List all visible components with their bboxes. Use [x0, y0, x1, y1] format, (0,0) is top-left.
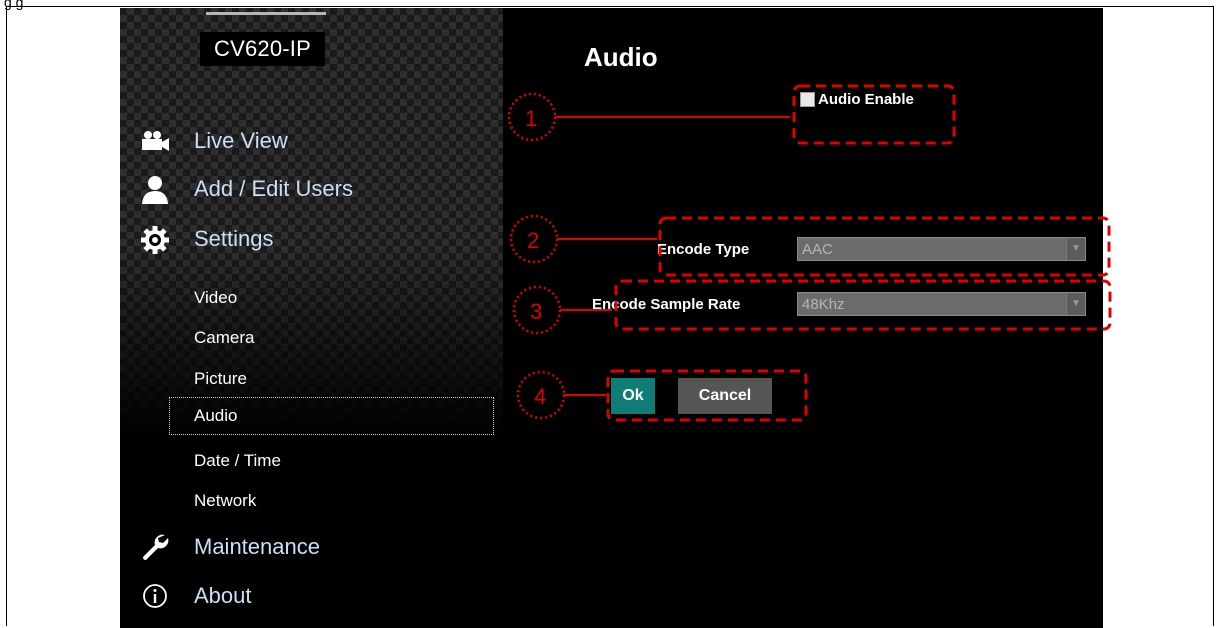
- sidebar-item-label: Add / Edit Users: [194, 176, 353, 201]
- sidebar-subitem-network[interactable]: Network: [194, 491, 256, 511]
- sidebar-item-users[interactable]: Add / Edit Users: [120, 172, 503, 206]
- sidebar-item-about[interactable]: About: [120, 579, 503, 613]
- video-camera-icon: [142, 131, 169, 151]
- ok-button[interactable]: Ok: [611, 378, 655, 414]
- top-caption: g g: [4, 0, 24, 10]
- sidebar-item-label: Maintenance: [194, 534, 320, 559]
- encode-type-value: AAC: [802, 241, 833, 258]
- chevron-down-icon: ▼: [1066, 293, 1085, 315]
- chevron-down-icon: ▼: [1066, 238, 1085, 260]
- sidebar-subitem-camera[interactable]: Camera: [194, 328, 254, 348]
- info-icon: [143, 584, 167, 608]
- sidebar-subitem-video[interactable]: Video: [194, 288, 237, 308]
- sidebar-item-label: Live View: [194, 128, 288, 153]
- audio-enable-label: Audio Enable: [818, 91, 914, 108]
- encode-type-select[interactable]: AAC ▼: [797, 237, 1086, 261]
- cancel-button[interactable]: Cancel: [678, 378, 772, 414]
- sidebar-item-label: About: [194, 583, 252, 608]
- audio-enable-row: Audio Enable: [800, 91, 914, 108]
- sidebar-item-settings[interactable]: Settings: [120, 222, 503, 256]
- sidebar-subitem-audio[interactable]: Audio: [169, 397, 494, 435]
- sidebar-item-maintenance[interactable]: Maintenance: [120, 530, 503, 564]
- audio-enable-checkbox[interactable]: [800, 92, 815, 107]
- sample-rate-select[interactable]: 48Khz ▼: [797, 292, 1086, 316]
- sidebar-subitem-picture[interactable]: Picture: [194, 369, 247, 389]
- gear-icon: [141, 226, 169, 254]
- page-title: Audio: [584, 42, 658, 72]
- sidebar-item-label: Settings: [194, 226, 274, 251]
- camera-web-ui: CV620-IP Live View Add / Edit Users Sett…: [120, 8, 1103, 628]
- sample-rate-value: 48Khz: [802, 296, 845, 313]
- encode-type-label: Encode Type: [657, 241, 750, 258]
- logo-fragment: [206, 8, 326, 15]
- model-name: CV620-IP: [200, 32, 325, 66]
- wrench-icon: [143, 534, 169, 560]
- sidebar-subitem-date-time[interactable]: Date / Time: [194, 451, 281, 471]
- user-icon: [142, 176, 168, 204]
- sidebar-item-live-view[interactable]: Live View: [120, 124, 503, 158]
- sample-rate-label: Encode Sample Rate: [592, 296, 741, 313]
